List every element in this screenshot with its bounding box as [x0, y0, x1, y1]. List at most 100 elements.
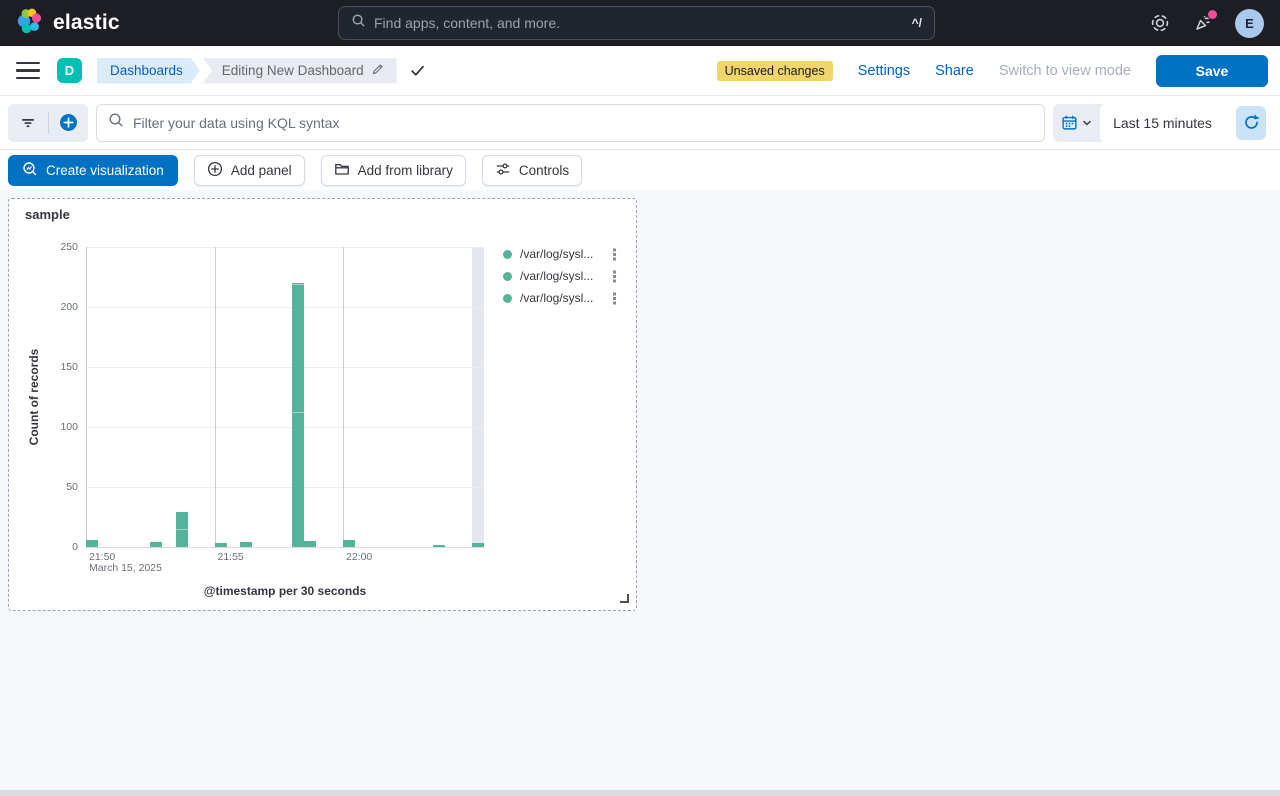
menu-icon[interactable] [16, 61, 40, 80]
add-filter-icon[interactable] [49, 104, 89, 142]
legend-label: /var/log/sysl... [520, 291, 594, 305]
user-avatar[interactable]: E [1235, 8, 1264, 38]
chart-bar[interactable] [214, 543, 227, 547]
breadcrumb-current-label: Editing New Dashboard [221, 63, 364, 78]
x-axis-tick-label: 21:55 [217, 551, 244, 563]
chevron-down-icon [1082, 120, 1091, 125]
y-gridline [86, 427, 484, 428]
panel-resize-handle[interactable] [620, 594, 629, 603]
calendar-icon [1061, 115, 1077, 130]
add-panel-button[interactable]: Add panel [193, 154, 305, 186]
add-from-library-button[interactable]: Add from library [320, 154, 466, 186]
legend-item[interactable]: /var/log/sysl... [499, 265, 617, 287]
controls-icon [495, 161, 511, 180]
controls-label: Controls [518, 162, 570, 178]
x-axis-date-label: March 15, 2025 [89, 562, 162, 574]
chart-bar[interactable] [304, 541, 317, 547]
legend-actions-icon[interactable] [612, 292, 617, 305]
switch-view-mode-button[interactable]: Switch to view mode [999, 63, 1131, 79]
refresh-icon [1244, 114, 1259, 129]
refresh-button[interactable] [1236, 105, 1266, 140]
share-button[interactable]: Share [935, 63, 974, 79]
x-gridline [214, 247, 216, 547]
x-axis-line [86, 547, 484, 548]
save-button[interactable]: Save [1156, 54, 1268, 87]
y-axis-tick-label: 0 [72, 541, 78, 553]
chart-bar[interactable] [432, 544, 445, 547]
elastic-logo-icon [14, 6, 44, 41]
chart-bar[interactable] [291, 283, 304, 547]
y-axis-tick-label: 50 [66, 481, 78, 493]
breadcrumb: Dashboards Editing New Dashboard [97, 57, 397, 84]
create-visualization-label: Create visualization [46, 162, 164, 178]
legend-label: /var/log/sysl... [520, 269, 594, 283]
breadcrumb-dashboards[interactable]: Dashboards [97, 58, 200, 84]
y-axis-tick-label: 200 [60, 301, 78, 313]
legend-item[interactable]: /var/log/sysl... [499, 287, 617, 309]
edit-icon [371, 62, 385, 79]
library-icon [334, 161, 350, 180]
settings-button[interactable]: Settings [858, 63, 910, 79]
search-shortcut-hint: ^/ [911, 16, 922, 30]
legend-color-dot [503, 293, 512, 303]
y-axis-tick-label: 250 [60, 241, 78, 253]
brand[interactable]: elastic [0, 6, 120, 41]
breadcrumb-current-title[interactable]: Editing New Dashboard [202, 57, 397, 84]
stack-divider [291, 284, 304, 286]
legend-actions-icon[interactable] [612, 248, 617, 261]
global-search[interactable]: ^/ [338, 6, 935, 40]
legend-item[interactable]: /var/log/sysl... [499, 243, 617, 265]
legend-actions-icon[interactable] [612, 270, 617, 283]
y-gridline [86, 307, 484, 308]
chart-bar[interactable] [343, 539, 355, 547]
x-axis-tick-label: 22:00 [346, 551, 373, 563]
chart-bar[interactable] [240, 542, 253, 547]
legend-label: /var/log/sysl... [520, 247, 594, 261]
confirm-icon[interactable] [409, 62, 426, 79]
chart-bar[interactable] [175, 512, 188, 547]
kql-query-input[interactable] [133, 114, 1033, 131]
y-axis-tick-label: 150 [60, 361, 78, 373]
nav-actions: Unsaved changes Settings Share Switch to… [716, 54, 1268, 87]
search-icon [108, 112, 124, 133]
chart-bar[interactable] [150, 542, 163, 547]
y-gridline [86, 487, 484, 488]
notification-dot [1208, 10, 1217, 19]
header-actions: E [1149, 0, 1264, 46]
dashboard-panel[interactable]: sample 0 50 100 150 200 250 21:50 March 15, 202… [8, 198, 637, 611]
y-axis-line [86, 247, 87, 547]
y-axis-tick-label: 100 [60, 421, 78, 433]
filter-icon[interactable] [8, 104, 48, 142]
y-gridline [86, 247, 484, 248]
stack-divider [175, 529, 188, 531]
dashboard-canvas: sample 0 50 100 150 200 250 21:50 March 15, 202… [0, 190, 1280, 796]
brand-name: elastic [53, 11, 120, 34]
nav-bar: D Dashboards Editing New Dashboard Unsav… [0, 46, 1280, 96]
stack-divider [291, 411, 304, 413]
x-gridline [343, 247, 344, 547]
global-search-input[interactable] [374, 15, 904, 31]
app-badge[interactable]: D [57, 58, 82, 83]
calendar-menu-button[interactable] [1053, 104, 1100, 142]
create-visualization-button[interactable]: Create visualization [8, 154, 178, 186]
time-range-value[interactable]: Last 15 minutes [1100, 103, 1225, 142]
search-icon [351, 13, 366, 33]
help-icon[interactable] [1149, 12, 1171, 34]
add-from-library-label: Add from library [357, 162, 453, 178]
legend-color-dot [503, 249, 512, 259]
chart-legend: /var/log/sysl... /var/log/sysl... /var/l… [499, 243, 617, 309]
global-header: elastic ^/ [0, 0, 1280, 46]
chart-bar[interactable] [471, 543, 484, 547]
kibana-dashboard-app: elastic ^/ [0, 0, 1280, 796]
filter-bar: Last 15 minutes [0, 96, 1280, 150]
news-icon[interactable] [1192, 10, 1217, 34]
horizontal-scrollbar[interactable] [0, 790, 1280, 796]
add-panel-icon [207, 161, 223, 180]
lens-icon [22, 161, 38, 180]
x-axis-title: @timestamp per 30 seconds [203, 584, 367, 598]
kql-query-bar[interactable] [96, 103, 1045, 142]
legend-color-dot [503, 271, 512, 281]
controls-button[interactable]: Controls [481, 154, 583, 186]
chart-bar[interactable] [86, 539, 98, 547]
y-axis-title: Count of records [27, 348, 41, 446]
